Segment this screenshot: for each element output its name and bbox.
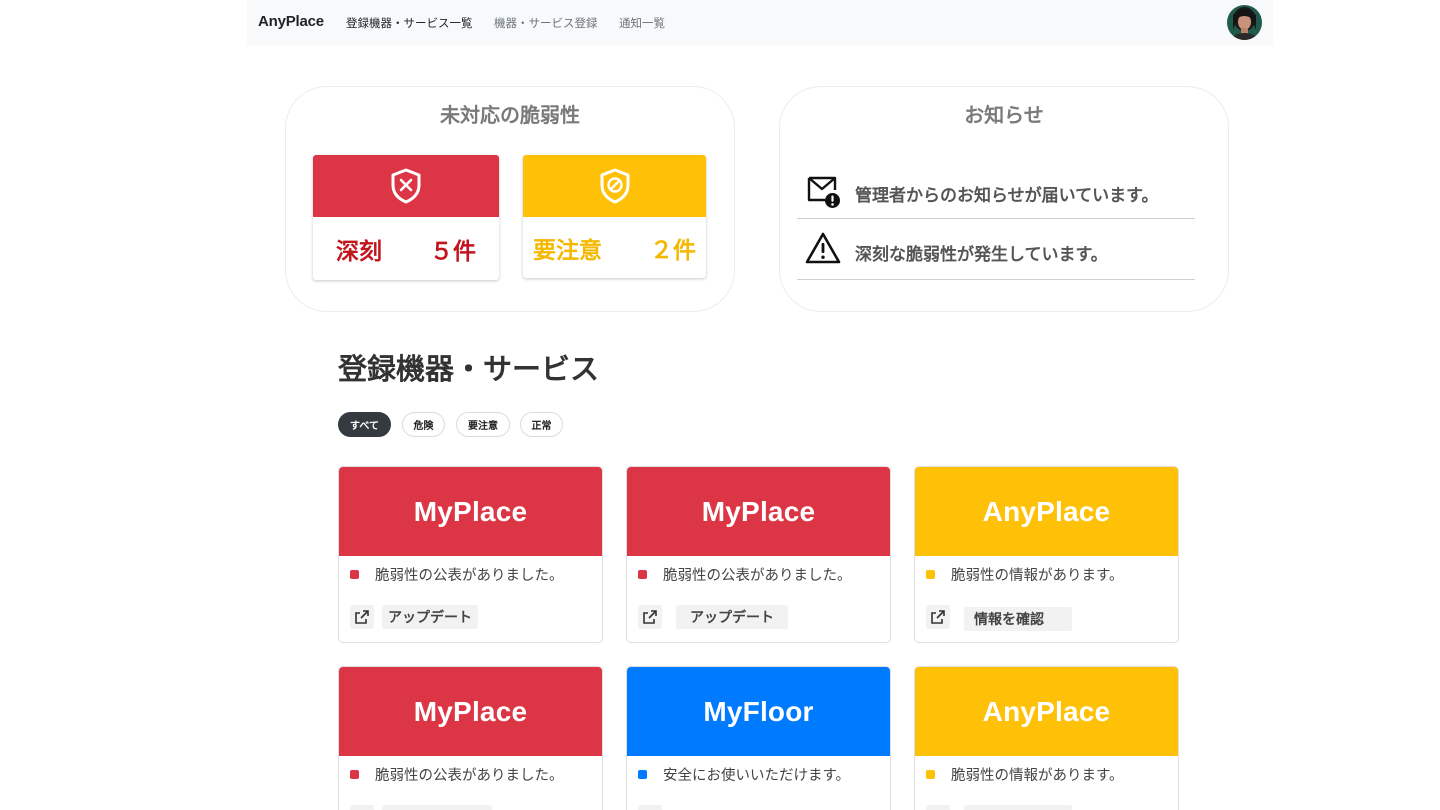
- device-status-message: 脆弱性の情報があります。: [951, 768, 1124, 784]
- device-card[interactable]: AnyPlace 脆弱性の情報があります。: [914, 666, 1179, 810]
- critical-card-header: [313, 155, 499, 217]
- device-card[interactable]: AnyPlace 脆弱性の情報があります。 情報を確認: [914, 466, 1179, 643]
- caution-card-body: 要注意 ２件: [523, 217, 706, 278]
- device-card[interactable]: MyPlace 脆弱性の公表がありました。 アップデート: [338, 466, 603, 643]
- devices-section-title: 登録機器・サービス: [338, 352, 600, 386]
- external-link-icon[interactable]: [350, 605, 374, 629]
- external-link-icon[interactable]: [638, 805, 662, 810]
- status-dot: [350, 570, 359, 579]
- status-dot: [350, 770, 359, 779]
- external-link-icon[interactable]: [638, 605, 662, 629]
- user-avatar[interactable]: [1227, 5, 1262, 40]
- update-button[interactable]: アップデート: [676, 605, 788, 629]
- caution-vulnerability-card[interactable]: 要注意 ２件: [523, 155, 706, 278]
- device-card-header: AnyPlace: [915, 467, 1178, 556]
- external-link-icon[interactable]: [926, 805, 950, 810]
- device-card-header: AnyPlace: [915, 667, 1178, 756]
- notice-item[interactable]: 管理者からのお知らせが届いています。: [797, 163, 1195, 219]
- avatar-image: [1227, 5, 1262, 40]
- navbar: AnyPlace 登録機器・サービス一覧 機器・サービス登録 通知一覧: [247, 0, 1273, 45]
- filter-all-button[interactable]: すべて: [338, 412, 391, 437]
- status-dot: [926, 570, 935, 579]
- notice-text: 管理者からのお知らせが届いています。: [855, 186, 1159, 206]
- nav-link-device-list[interactable]: 登録機器・サービス一覧: [346, 15, 473, 31]
- device-card-header: MyPlace: [339, 667, 602, 756]
- device-card[interactable]: MyPlace 脆弱性の公表がありました。: [338, 666, 603, 810]
- shield-x-icon: [391, 168, 421, 204]
- device-card[interactable]: MyPlace 脆弱性の公表がありました。 アップデート: [626, 466, 891, 643]
- vulnerability-panel-title: 未対応の脆弱性: [440, 103, 580, 127]
- status-dot: [638, 570, 647, 579]
- device-card-header: MyPlace: [339, 467, 602, 556]
- device-card[interactable]: MyFloor 安全にお使いいただけます。: [626, 666, 891, 810]
- critical-label: 深刻: [336, 238, 382, 265]
- status-dot: [638, 770, 647, 779]
- navbar-brand[interactable]: AnyPlace: [258, 13, 324, 30]
- status-dot: [926, 770, 935, 779]
- device-status-message: 脆弱性の公表がありました。: [663, 568, 852, 584]
- external-link-icon[interactable]: [350, 805, 374, 810]
- update-button[interactable]: アップデート: [382, 605, 478, 629]
- device-status-message: 脆弱性の公表がありました。: [375, 568, 564, 584]
- caution-count: ２件: [650, 237, 696, 264]
- device-card-header: MyFloor: [627, 667, 890, 756]
- caution-card-header: [523, 155, 706, 217]
- notice-text: 深刻な脆弱性が発生しています。: [855, 245, 1108, 265]
- update-button[interactable]: [382, 805, 492, 810]
- device-status-message: 脆弱性の情報があります。: [951, 568, 1124, 584]
- device-status-message: 安全にお使いいただけます。: [663, 768, 851, 784]
- notices-panel-title: お知らせ: [964, 103, 1044, 127]
- filter-danger-button[interactable]: 危険: [402, 412, 445, 437]
- shield-slash-icon: [600, 168, 629, 204]
- check-info-button[interactable]: [964, 805, 1072, 810]
- notices-panel: お知らせ 管理者からのお知らせが届いています。 深刻な脆弱性が発生しています。: [779, 86, 1229, 312]
- warning-triangle-icon: [805, 232, 841, 264]
- nav-link-notifications[interactable]: 通知一覧: [619, 15, 665, 31]
- device-card-header: MyPlace: [627, 467, 890, 556]
- critical-count: ５件: [430, 238, 476, 265]
- filter-caution-button[interactable]: 要注意: [456, 412, 510, 437]
- notice-item[interactable]: 深刻な脆弱性が発生しています。: [797, 221, 1195, 280]
- filter-normal-button[interactable]: 正常: [520, 412, 563, 437]
- envelope-exclamation-icon: [807, 176, 840, 208]
- nav-link-device-register[interactable]: 機器・サービス登録: [494, 15, 598, 31]
- device-status-message: 脆弱性の公表がありました。: [375, 768, 564, 784]
- vulnerability-panel: 未対応の脆弱性 深刻 ５件 要注意 ２件: [285, 86, 735, 312]
- caution-label: 要注意: [533, 237, 602, 264]
- critical-card-body: 深刻 ５件: [313, 217, 499, 280]
- critical-vulnerability-card[interactable]: 深刻 ５件: [313, 155, 499, 280]
- external-link-icon[interactable]: [926, 605, 950, 629]
- check-info-button[interactable]: 情報を確認: [964, 607, 1072, 631]
